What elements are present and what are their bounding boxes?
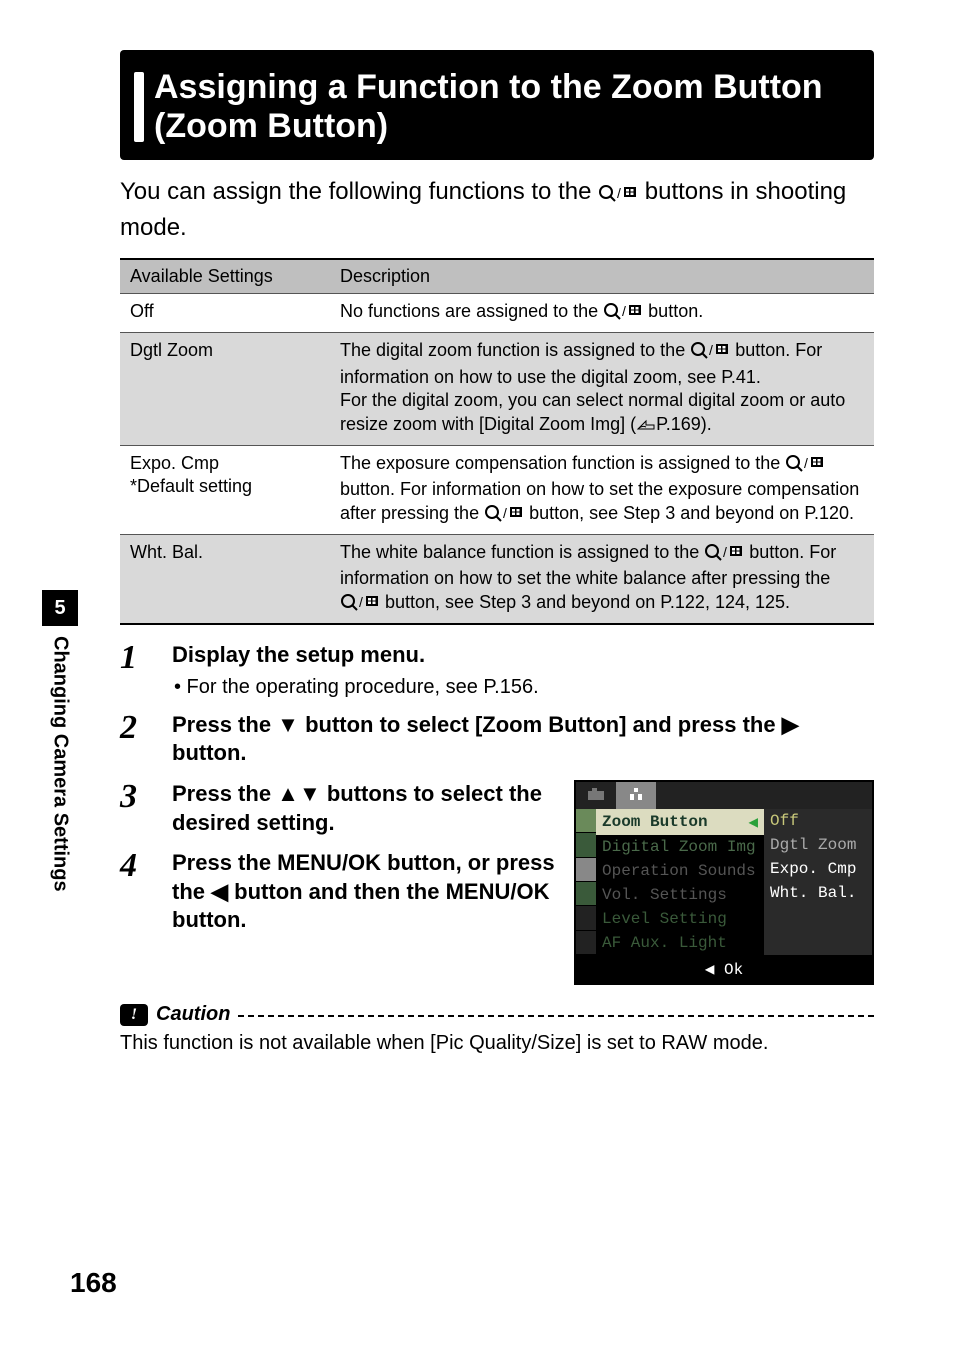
step-heading: Display the setup menu. [172, 641, 874, 670]
chapter-number: 5 [42, 590, 78, 626]
zoom-icon: / [690, 341, 730, 365]
step-number: 4 [120, 849, 156, 935]
page-number: 168 [70, 1267, 117, 1299]
lcd-menu-item: Digital Zoom Img [596, 835, 764, 859]
table-row-name: Wht. Bal. [120, 535, 330, 625]
step-heading: Press the MENU/OK button, or press the ◀… [172, 849, 560, 935]
lcd-menu-item: Zoom Button◀ [596, 809, 764, 835]
left-triangle-icon: ◀ [705, 961, 715, 979]
lcd-menu-item: Level Setting [596, 907, 764, 931]
lcd-tab-setup-icon [616, 782, 656, 809]
svg-text:/: / [359, 594, 363, 610]
lcd-menu-item: Operation Sounds [596, 859, 764, 883]
table-row-name: Expo. Cmp *Default setting [120, 445, 330, 534]
table-row-desc: The exposure compensation function is as… [330, 445, 874, 534]
zoom-icon: / [484, 504, 524, 528]
zoom-icon: / [603, 302, 643, 326]
caution-heading: ! Caution [120, 1003, 874, 1026]
right-triangle-icon: ▶ [782, 712, 799, 737]
settings-table: Available Settings Description Off No fu… [120, 258, 874, 625]
zoom-icon: / [340, 593, 380, 617]
svg-text:/: / [503, 505, 507, 521]
chapter-tab: 5 Changing Camera Settings [42, 590, 78, 892]
svg-text:/: / [723, 544, 727, 560]
caution-dash-line [238, 1015, 874, 1017]
lcd-option: Wht. Bal. [764, 881, 872, 905]
step-3: 3 Press the ▲▼ buttons to select the des… [120, 780, 560, 837]
step-1: 1 Display the setup menu. • For the oper… [120, 641, 874, 699]
camera-lcd-preview: Zoom Button◀ Digital Zoom Img Operation … [574, 780, 874, 985]
left-triangle-icon: ◀ [211, 879, 228, 904]
chapter-label: Changing Camera Settings [49, 636, 72, 892]
submenu-arrow-icon: ◀ [748, 812, 758, 832]
step-number: 3 [120, 780, 156, 837]
step-heading: Press the ▼ button to select [Zoom Butto… [172, 711, 874, 768]
step-2: 2 Press the ▼ button to select [Zoom But… [120, 711, 874, 768]
zoom-icon: / [785, 454, 825, 478]
lcd-option: Dgtl Zoom [764, 833, 872, 857]
svg-text:/: / [617, 185, 621, 201]
step-number: 1 [120, 641, 156, 699]
lcd-menu-item: Vol. Settings [596, 883, 764, 907]
reference-icon [636, 415, 656, 439]
up-down-triangle-icon: ▲▼ [277, 781, 321, 806]
caution-label: Caution [156, 1003, 230, 1026]
table-row-desc: The white balance function is assigned t… [330, 535, 874, 625]
svg-text:/: / [622, 303, 626, 319]
table-row-desc: No functions are assigned to the / butto… [330, 293, 874, 332]
table-header-settings: Available Settings [120, 259, 330, 294]
down-triangle-icon: ▼ [277, 712, 299, 737]
lcd-option: Expo. Cmp [764, 857, 872, 881]
caution-icon: ! [120, 1004, 148, 1026]
step-heading: Press the ▲▼ buttons to select the desir… [172, 780, 560, 837]
step-4: 4 Press the MENU/OK button, or press the… [120, 849, 560, 935]
intro-text-a: You can assign the following functions t… [120, 178, 598, 205]
svg-text:/: / [804, 455, 808, 471]
table-header-description: Description [330, 259, 874, 294]
steps-list: 1 Display the setup menu. • For the oper… [120, 641, 874, 985]
lcd-tab-camera-icon [576, 782, 616, 809]
step-bullet: • For the operating procedure, see P.156… [172, 676, 874, 699]
table-row-name: Dgtl Zoom [120, 333, 330, 446]
lcd-option: Off [764, 809, 872, 833]
section-title: Assigning a Function to the Zoom Button … [154, 68, 860, 146]
step-number: 2 [120, 711, 156, 768]
zoom-icon: / [598, 179, 638, 211]
table-row-desc: The digital zoom function is assigned to… [330, 333, 874, 446]
lcd-footer: ◀ Ok [576, 955, 872, 983]
zoom-icon: / [704, 543, 744, 567]
intro-paragraph: You can assign the following functions t… [120, 176, 874, 244]
svg-text:/: / [709, 342, 713, 358]
section-title-bar: Assigning a Function to the Zoom Button … [120, 50, 874, 160]
caution-body: This function is not available when [Pic… [120, 1032, 874, 1055]
lcd-menu-item: AF Aux. Light [596, 931, 764, 955]
table-row-name: Off [120, 293, 330, 332]
